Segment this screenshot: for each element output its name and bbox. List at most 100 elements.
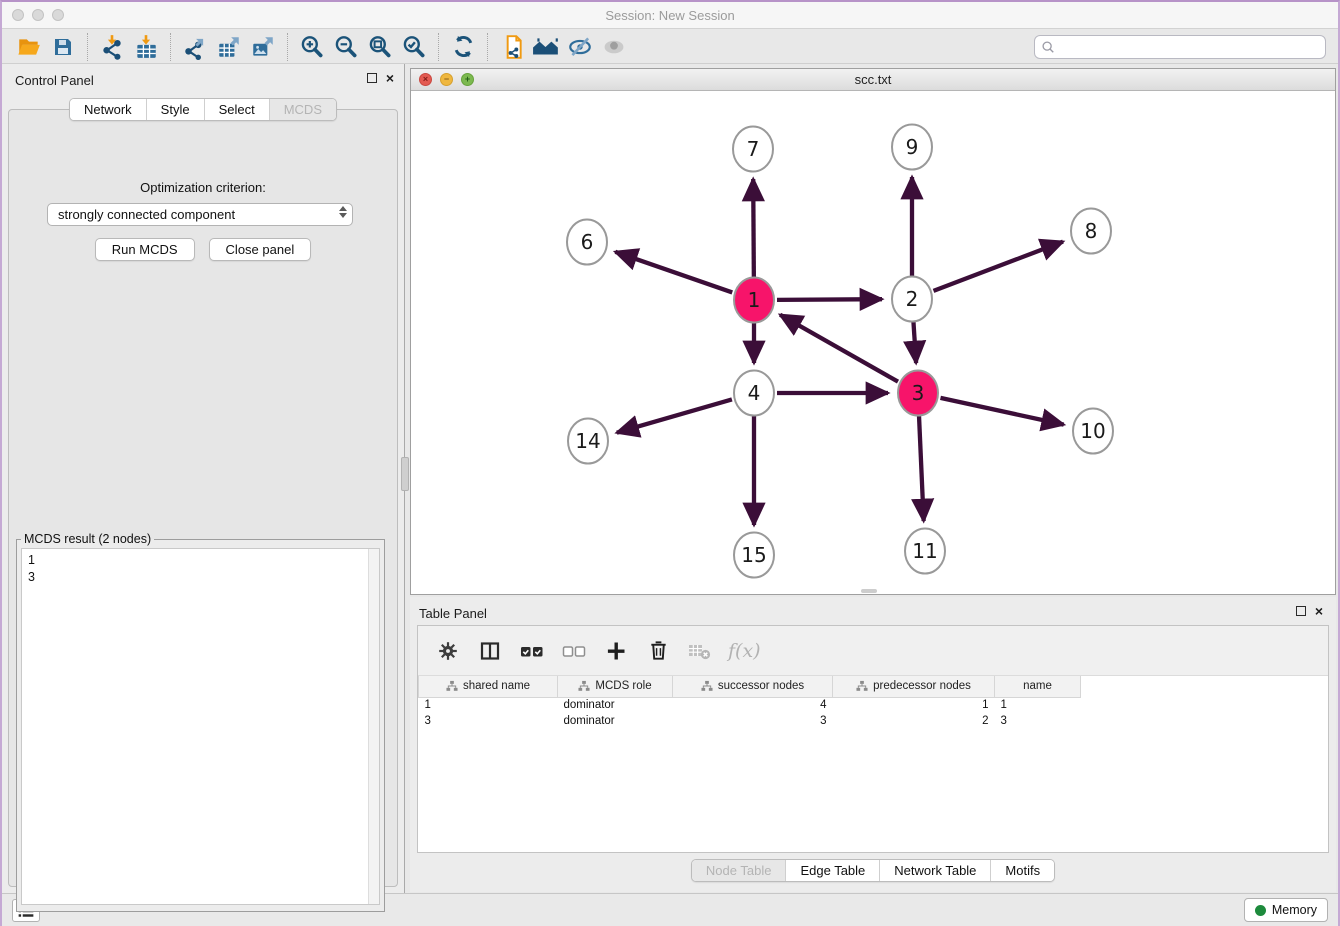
- export-network-icon[interactable]: [178, 32, 212, 62]
- col-header-mcds-role[interactable]: MCDS role: [558, 676, 673, 697]
- graph-node-10[interactable]: 10: [1073, 409, 1113, 454]
- run-mcds-button[interactable]: Run MCDS: [95, 238, 195, 261]
- tab-edge-table[interactable]: Edge Table: [785, 860, 879, 881]
- graph-edge-2-3[interactable]: [913, 322, 916, 363]
- network-graph[interactable]: 7 9 6 8 1 2 4 3 14 10 15 11: [411, 91, 1335, 594]
- network-file-title: scc.txt: [411, 72, 1335, 87]
- graph-node-4[interactable]: 4: [734, 371, 774, 416]
- table-row[interactable]: 3 dominator 3 2 3: [419, 713, 1081, 729]
- network-canvas[interactable]: 7 9 6 8 1 2 4 3 14 10 15 11: [411, 91, 1335, 594]
- show-details-icon[interactable]: [597, 32, 631, 62]
- tab-mcds[interactable]: MCDS: [269, 99, 336, 120]
- export-table-icon[interactable]: [212, 32, 246, 62]
- graph-node-3[interactable]: 3: [898, 371, 938, 416]
- col-header-predecessor-nodes[interactable]: predecessor nodes: [833, 676, 995, 697]
- graph-edge-3-11[interactable]: [919, 416, 924, 521]
- table-tabs: Node Table Edge Table Network Table Moti…: [410, 859, 1336, 882]
- app-window: { "window": { "title": "Session: New Ses…: [0, 0, 1340, 926]
- session-home-icon[interactable]: [529, 32, 563, 62]
- unselect-all-columns-icon[interactable]: [556, 636, 592, 666]
- table-row[interactable]: 1 dominator 4 1 1: [419, 697, 1081, 713]
- canvas-scroll-thumb[interactable]: [861, 589, 877, 593]
- delete-table-icon-disabled: [682, 636, 718, 666]
- graph-edge-3-10[interactable]: [940, 398, 1063, 425]
- graph-node-2[interactable]: 2: [892, 277, 932, 322]
- delete-column-trash-icon[interactable]: [640, 636, 676, 666]
- graph-node-9[interactable]: 9: [892, 125, 932, 170]
- function-builder-icon: f(x): [728, 640, 761, 662]
- search-input[interactable]: [1060, 40, 1319, 54]
- hide-details-icon[interactable]: [563, 32, 597, 62]
- close-panel-button[interactable]: Close panel: [209, 238, 312, 261]
- graph-node-8[interactable]: 8: [1071, 209, 1111, 254]
- toolbar-separator: [87, 33, 88, 61]
- table-settings-gear-icon[interactable]: [430, 636, 466, 666]
- result-scrollbar[interactable]: [368, 549, 379, 904]
- select-all-columns-icon[interactable]: [514, 636, 550, 666]
- criterion-select[interactable]: strongly connected component: [47, 203, 353, 226]
- graph-node-1[interactable]: 1: [734, 278, 774, 323]
- table-toolbar: f(x): [418, 626, 1328, 676]
- column-tree-icon: [701, 680, 713, 692]
- panel-splitter-handle[interactable]: [401, 457, 409, 491]
- graph-edge-1-6[interactable]: [615, 252, 732, 293]
- network-window-titlebar[interactable]: × − + scc.txt: [411, 69, 1335, 91]
- control-panel-float-icon[interactable]: [367, 73, 377, 83]
- node-table-container: f(x) shared name MCDS role successor nod…: [417, 625, 1329, 853]
- zoom-selected-icon[interactable]: [397, 32, 431, 62]
- import-table-icon[interactable]: [129, 32, 163, 62]
- graph-node-11[interactable]: 11: [905, 529, 945, 574]
- graph-edge-1-2[interactable]: [777, 299, 882, 300]
- table-panel-float-icon[interactable]: [1296, 606, 1306, 616]
- search-box[interactable]: [1034, 35, 1326, 59]
- graph-edge-4-14[interactable]: [617, 399, 732, 432]
- tab-network-table[interactable]: Network Table: [879, 860, 990, 881]
- zoom-fit-icon[interactable]: [363, 32, 397, 62]
- graph-edge-1-7[interactable]: [753, 179, 754, 277]
- select-stepper-icon: [339, 206, 347, 218]
- tab-style[interactable]: Style: [146, 99, 204, 120]
- node-table: shared name MCDS role successor nodes pr…: [418, 676, 1081, 729]
- tab-select[interactable]: Select: [204, 99, 269, 120]
- mcds-result-title: MCDS result (2 nodes): [21, 532, 154, 546]
- zoom-in-icon[interactable]: [295, 32, 329, 62]
- criterion-value: strongly connected component: [58, 207, 235, 222]
- toolbar-separator: [438, 33, 439, 61]
- graph-node-7[interactable]: 7: [733, 127, 773, 172]
- table-panel-close-icon[interactable]: ×: [1315, 606, 1323, 616]
- app-titlebar: Session: New Session: [2, 2, 1338, 29]
- network-window: × − + scc.txt 7 9 6 8 1 2 4 3 14 10 15 11: [410, 68, 1336, 595]
- memory-button[interactable]: Memory: [1244, 898, 1328, 922]
- table-header-row: shared name MCDS role successor nodes pr…: [419, 676, 1081, 697]
- graph-edge-3-1[interactable]: [780, 315, 898, 382]
- control-panel-close-icon[interactable]: ×: [386, 73, 394, 83]
- col-header-name[interactable]: name: [995, 676, 1081, 697]
- open-session-icon[interactable]: [12, 32, 46, 62]
- mcds-tab-content: Optimization criterion: strongly connect…: [8, 109, 398, 887]
- import-network-icon[interactable]: [95, 32, 129, 62]
- zoom-out-icon[interactable]: [329, 32, 363, 62]
- tab-motifs[interactable]: Motifs: [990, 860, 1054, 881]
- search-icon: [1041, 40, 1055, 54]
- svg-text:2: 2: [906, 287, 919, 311]
- mcds-result-list[interactable]: 1 3: [21, 548, 380, 905]
- col-header-shared-name[interactable]: shared name: [419, 676, 558, 697]
- svg-text:6: 6: [581, 230, 594, 254]
- export-image-icon[interactable]: [246, 32, 280, 62]
- graph-node-14[interactable]: 14: [568, 419, 608, 464]
- refresh-layout-icon[interactable]: [446, 32, 480, 62]
- network-from-selection-icon[interactable]: [495, 32, 529, 62]
- create-column-plus-icon[interactable]: [598, 636, 634, 666]
- show-column-panel-icon[interactable]: [472, 636, 508, 666]
- graph-node-6[interactable]: 6: [567, 220, 607, 265]
- graph-node-15[interactable]: 15: [734, 533, 774, 578]
- main-toolbar: [2, 30, 1338, 64]
- graph-edge-2-8[interactable]: [934, 242, 1063, 291]
- col-header-successor-nodes[interactable]: successor nodes: [673, 676, 833, 697]
- save-session-icon[interactable]: [46, 32, 80, 62]
- control-panel-title: Control Panel: [15, 73, 94, 88]
- tab-network[interactable]: Network: [70, 99, 146, 120]
- column-tree-icon: [578, 680, 590, 692]
- tab-node-table[interactable]: Node Table: [692, 860, 786, 881]
- toolbar-separator: [287, 33, 288, 61]
